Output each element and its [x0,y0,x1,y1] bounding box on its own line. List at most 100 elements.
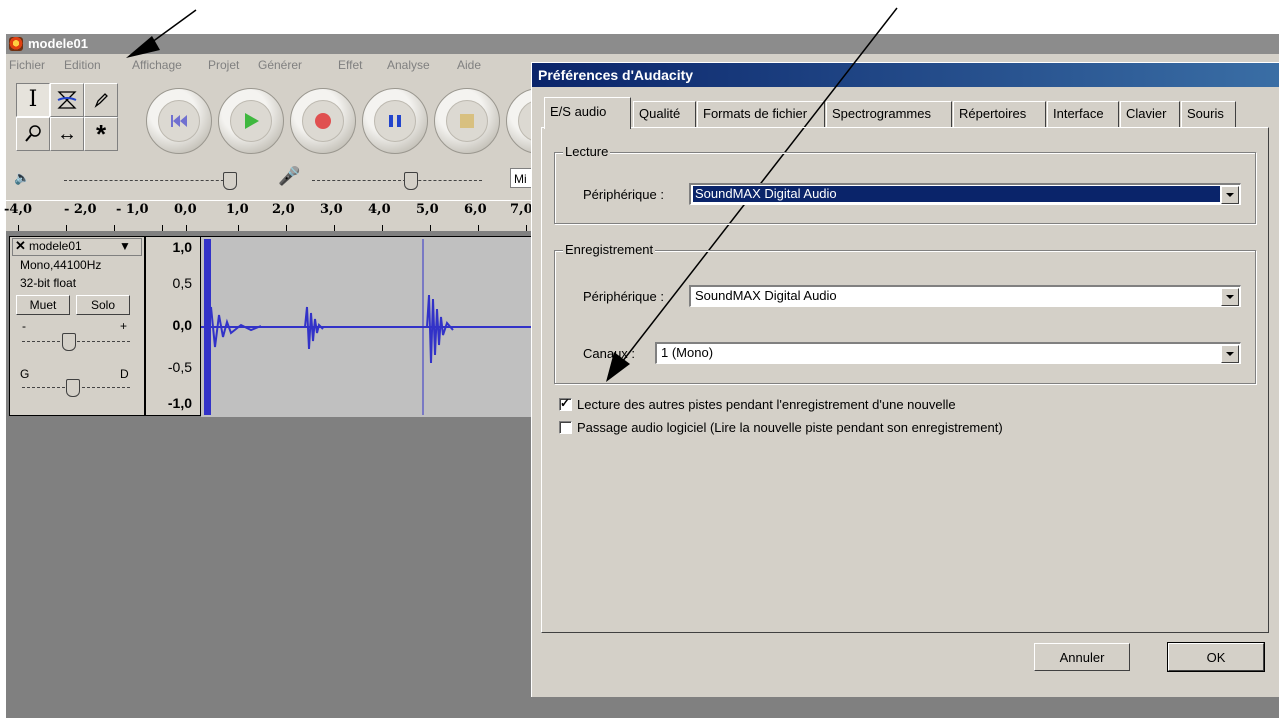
gain-slider[interactable] [62,333,76,351]
tab-qualite[interactable]: Qualité [633,101,696,127]
playback-device-value: SoundMAX Digital Audio [693,186,1220,202]
tab-clavier[interactable]: Clavier [1120,101,1180,127]
chevron-down-icon[interactable] [1221,288,1239,306]
waveform [201,239,539,415]
mute-button[interactable]: Muet [16,295,70,315]
main-window-title: modele01 [28,36,88,51]
ruler-label: 0,0 [174,202,197,217]
ruler-label: 4,0 [368,202,391,217]
recording-device-label: Périphérique : [583,289,664,304]
scale-label: -0,5 [167,359,192,375]
audio-track: ✕ modele01 ▼ Mono,44100Hz 32-bit float M… [9,236,539,417]
playback-groupbox: Lecture Périphérique : SoundMAX Digital … [554,144,1256,224]
envelope-tool-icon[interactable] [50,83,84,117]
menu-edition[interactable]: Edition [64,58,101,72]
channels-select[interactable]: 1 (Mono) [655,342,1241,364]
amplitude-scale: 1,0 0,5 0,0 -0,5 -1,0 [145,236,201,416]
ruler-label: 7,0 [510,202,533,217]
mixer-toolbar: 🔈 🎤 Mi [6,164,536,194]
main-titlebar: modele01 [6,34,1279,54]
selection-tool-icon[interactable]: I [16,83,50,117]
skip-to-start-button[interactable] [146,88,212,154]
option-overdub[interactable]: Lecture des autres pistes pendant l'enre… [559,396,956,412]
chevron-down-icon[interactable] [1221,345,1239,363]
menu-generer[interactable]: Générer [258,58,302,72]
menu-effet[interactable]: Effet [338,58,362,72]
tab-repertoires[interactable]: Répertoires [953,101,1046,127]
cancel-button[interactable]: Annuler [1034,643,1130,671]
menu-projet[interactable]: Projet [208,58,239,72]
tab-interface[interactable]: Interface [1047,101,1119,127]
chevron-down-icon[interactable]: ▼ [119,239,131,253]
playback-device-select[interactable]: SoundMAX Digital Audio [689,183,1241,205]
menu-aide[interactable]: Aide [457,58,481,72]
ruler-label: - 1,0 [116,202,149,217]
ok-button[interactable]: OK [1167,642,1265,672]
dialog-title: Préférences d'Audacity [538,67,694,83]
playback-volume-track [64,180,234,181]
track-title-bar[interactable]: ✕ modele01 ▼ [12,238,142,256]
pan-slider[interactable] [66,379,80,397]
recording-groupbox: Enregistrement Périphérique : SoundMAX D… [554,242,1256,384]
chevron-down-icon[interactable] [1221,186,1239,204]
channels-label: Canaux : [583,346,636,361]
scale-label: 0,0 [172,317,192,333]
track-format-rate: Mono,44100Hz [20,258,102,272]
solo-button[interactable]: Solo [76,295,130,315]
menu-fichier[interactable]: Fichier [9,58,45,72]
gain-minus-label: - [22,319,26,333]
ruler-label: 2,0 [272,202,295,217]
tab-page-es-audio: Lecture Périphérique : SoundMAX Digital … [541,127,1269,633]
close-icon[interactable]: ✕ [15,238,26,254]
playback-device-label: Périphérique : [583,187,664,202]
tab-formats-fichier[interactable]: Formats de fichier [697,101,825,127]
dialog-titlebar[interactable]: Préférences d'Audacity [532,63,1279,87]
tab-spectrogrammes[interactable]: Spectrogrammes [826,101,952,127]
software-playthrough-checkbox[interactable] [559,420,572,434]
option-software-playthrough[interactable]: Passage audio logiciel (Lire la nouvelle… [559,419,1003,435]
ruler-label: 3,0 [320,202,343,217]
scale-label: 1,0 [172,239,192,255]
draw-tool-icon[interactable] [84,83,118,117]
timeshift-tool-icon[interactable]: ↔ [50,117,84,151]
menu-affichage[interactable]: Affichage [132,58,182,72]
playback-group-title: Lecture [563,144,611,159]
recording-device-select[interactable]: SoundMAX Digital Audio [689,285,1241,307]
zoom-tool-icon[interactable] [16,117,50,151]
audacity-app-icon [9,37,23,51]
channels-value: 1 (Mono) [661,345,714,360]
recording-device-value: SoundMAX Digital Audio [695,288,837,303]
tab-es-audio[interactable]: E/S audio [544,97,631,129]
overdub-label: Lecture des autres pistes pendant l'enre… [577,396,956,412]
overdub-checkbox[interactable] [559,396,572,411]
ruler-label: 6,0 [464,202,487,217]
stop-button[interactable] [434,88,500,154]
microphone-icon: 🎤 [278,166,301,186]
scale-label: -1,0 [167,395,192,411]
record-volume-track [312,180,482,181]
pause-button[interactable] [362,88,428,154]
track-format-bits: 32-bit float [20,276,77,290]
play-button[interactable] [218,88,284,154]
multi-tool-icon[interactable]: * [84,117,118,151]
gain-slider-track [22,341,130,342]
tab-souris[interactable]: Souris [1181,101,1236,127]
gain-plus-label: + [120,319,128,333]
waveform-area[interactable] [201,236,539,417]
track-name: modele01 [29,239,82,253]
playback-volume-slider[interactable] [223,172,237,190]
pan-right-label: D [120,367,129,381]
recording-group-title: Enregistrement [563,242,656,257]
record-button[interactable] [290,88,356,154]
pan-left-label: G [20,367,30,381]
preferences-dialog: Préférences d'Audacity E/S audio Qualité… [531,62,1279,697]
track-control-panel: ✕ modele01 ▼ Mono,44100Hz 32-bit float M… [9,236,145,416]
menu-analyse[interactable]: Analyse [387,58,430,72]
ruler-label: 5,0 [416,202,439,217]
ruler-label: 1,0 [226,202,249,217]
timeline-ruler[interactable]: -4,0 - 2,0 - 1,0 0,0 1,0 2,0 3,0 4,0 5,0… [4,200,536,231]
ruler-label: -4,0 [4,202,33,217]
record-volume-slider[interactable] [404,172,418,190]
scale-label: 0,5 [172,275,192,291]
software-playthrough-label: Passage audio logiciel (Lire la nouvelle… [577,419,1003,435]
